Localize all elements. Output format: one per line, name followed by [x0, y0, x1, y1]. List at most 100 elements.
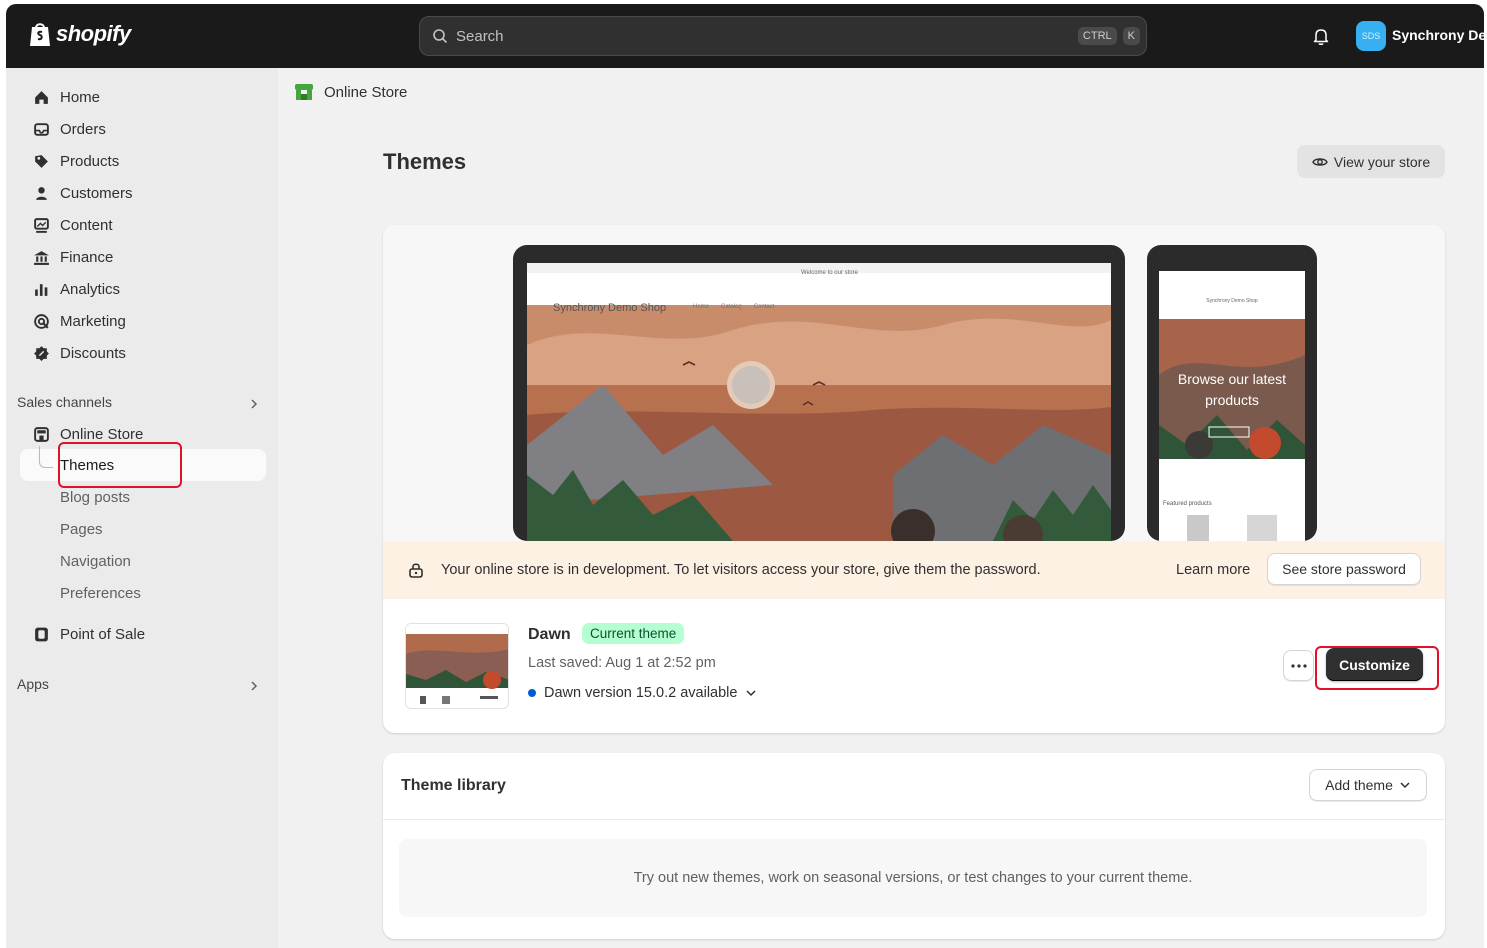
shortcut-k: K [1122, 27, 1140, 45]
store-icon [32, 425, 50, 443]
theme-library-title: Theme library [401, 777, 506, 794]
breadcrumb[interactable]: Online Store [294, 82, 407, 102]
add-theme-button[interactable]: Add theme [1309, 769, 1427, 801]
bar-chart-icon [32, 280, 50, 298]
preview-nav-link: Home [693, 304, 710, 310]
last-saved-text: Last saved: Aug 1 at 2:52 pm [528, 655, 716, 671]
sidebar-item-finance[interactable]: Finance [20, 242, 266, 272]
sidebar-subitem-navigation[interactable]: Navigation [60, 553, 131, 570]
sidebar-item-label: Discounts [60, 344, 126, 362]
lock-icon [409, 563, 423, 578]
sidebar-item-content[interactable]: Content [20, 210, 266, 240]
preview-announcement: Welcome to our store [801, 270, 858, 276]
highlight-customize [1315, 646, 1439, 690]
divider [383, 819, 1445, 820]
app-window: shopify CTRL K SDS Synchrony De Home Ord… [6, 4, 1484, 948]
shopify-bag-icon [30, 23, 50, 46]
sidebar-item-products[interactable]: Products [20, 146, 266, 176]
mobile-store-title: Synchrony Demo Shop [1206, 298, 1258, 304]
chevron-right-icon[interactable] [248, 398, 260, 410]
logo-text: shopify [56, 21, 131, 46]
shopify-logo[interactable]: shopify [28, 20, 131, 48]
chevron-right-icon[interactable] [248, 680, 260, 692]
sidebar-item-label: Content [60, 216, 113, 234]
sidebar-item-customers[interactable]: Customers [20, 178, 266, 208]
theme-thumbnail[interactable] [405, 623, 509, 709]
development-banner: Your online store is in development. To … [383, 541, 1445, 599]
sidebar-item-label: Customers [60, 184, 133, 202]
current-theme-row: Dawn Current theme Last saved: Aug 1 at … [383, 599, 1445, 733]
sidebar-item-label: Marketing [60, 312, 126, 330]
add-theme-label: Add theme [1325, 777, 1393, 793]
shortcut-ctrl: CTRL [1077, 27, 1117, 45]
avatar[interactable]: SDS [1356, 21, 1386, 51]
view-store-label: View your store [1333, 153, 1431, 170]
update-dot-icon [528, 689, 536, 697]
sidebar: Home Orders Products Customers Content F… [6, 68, 278, 948]
store-name[interactable]: Synchrony De [1392, 27, 1484, 43]
sidebar-item-label: Point of Sale [60, 625, 146, 643]
inbox-icon [32, 120, 50, 138]
theme-preview[interactable]: Synchrony Demo Shop Welcome to our store… [383, 225, 1445, 541]
sidebar-item-label: Products [60, 152, 120, 170]
home-icon [32, 88, 50, 106]
person-icon [32, 184, 50, 202]
tag-icon [32, 152, 50, 170]
banner-text: Your online store is in development. To … [441, 562, 1041, 578]
sidebar-item-label: Orders [60, 120, 106, 138]
page-title: Themes [383, 149, 467, 174]
see-store-password-button[interactable]: See store password [1267, 553, 1421, 585]
sales-channels-label[interactable]: Sales channels [17, 394, 112, 410]
theme-thumbnail-image [406, 624, 508, 704]
sidebar-item-label: Online Store [60, 425, 144, 443]
learn-more-link[interactable]: Learn more [1176, 562, 1250, 578]
search-input[interactable] [456, 27, 1078, 45]
pos-icon [32, 625, 50, 643]
desktop-preview-image [513, 245, 1125, 541]
mobile-hero-text: Browse our latest products [1177, 371, 1287, 408]
version-text: Dawn version 15.0.2 available [544, 685, 738, 701]
sidebar-item-discounts[interactable]: Discounts [20, 338, 266, 368]
version-available[interactable]: Dawn version 15.0.2 available [528, 685, 757, 701]
image-icon [32, 216, 50, 234]
theme-name: Dawn [528, 626, 571, 643]
online-store-icon [295, 84, 313, 100]
bell-icon[interactable] [1311, 26, 1331, 46]
sidebar-item-orders[interactable]: Orders [20, 114, 266, 144]
sidebar-subitem-pages[interactable]: Pages [60, 521, 103, 538]
sidebar-item-point-of-sale[interactable]: Point of Sale [20, 619, 266, 649]
sidebar-subitem-blog-posts[interactable]: Blog posts [60, 489, 130, 506]
current-theme-card: Synchrony Demo Shop Welcome to our store… [383, 225, 1445, 733]
sidebar-item-marketing[interactable]: Marketing [20, 306, 266, 336]
apps-label[interactable]: Apps [17, 676, 49, 692]
sidebar-item-label: Home [60, 88, 101, 106]
breadcrumb-label: Online Store [324, 83, 408, 101]
chevron-down-icon [1400, 782, 1410, 789]
eye-icon [1312, 157, 1328, 166]
tree-connector [39, 446, 53, 468]
target-icon [32, 312, 50, 330]
ellipsis-icon [1290, 663, 1307, 668]
preview-nav-link: Catalog [721, 304, 742, 310]
theme-library-empty-state: Try out new themes, work on seasonal ver… [399, 839, 1427, 917]
view-store-button[interactable]: View your store [1297, 145, 1445, 178]
preview-store-title: Synchrony Demo Shop [553, 302, 667, 314]
preview-nav: Home Catalog Contact [693, 304, 774, 310]
sidebar-item-label: Analytics [60, 280, 121, 298]
preview-nav-link: Contact [753, 304, 775, 310]
search-icon [433, 29, 448, 44]
theme-library-card: Theme library Add theme Try out new them… [383, 753, 1445, 939]
chevron-down-icon [746, 690, 756, 697]
sidebar-item-home[interactable]: Home [20, 82, 266, 112]
search-bar[interactable]: CTRL K [419, 16, 1147, 56]
current-theme-badge: Current theme [582, 623, 685, 644]
mobile-featured-label: Featured products [1163, 501, 1212, 507]
highlight-themes [58, 442, 182, 488]
sidebar-subitem-preferences[interactable]: Preferences [60, 585, 141, 602]
sidebar-item-analytics[interactable]: Analytics [20, 274, 266, 304]
bank-icon [32, 248, 50, 266]
sidebar-item-label: Finance [60, 248, 114, 266]
discount-icon [32, 344, 50, 362]
more-actions-button[interactable] [1283, 650, 1314, 681]
top-bar: shopify CTRL K SDS Synchrony De [6, 4, 1484, 68]
